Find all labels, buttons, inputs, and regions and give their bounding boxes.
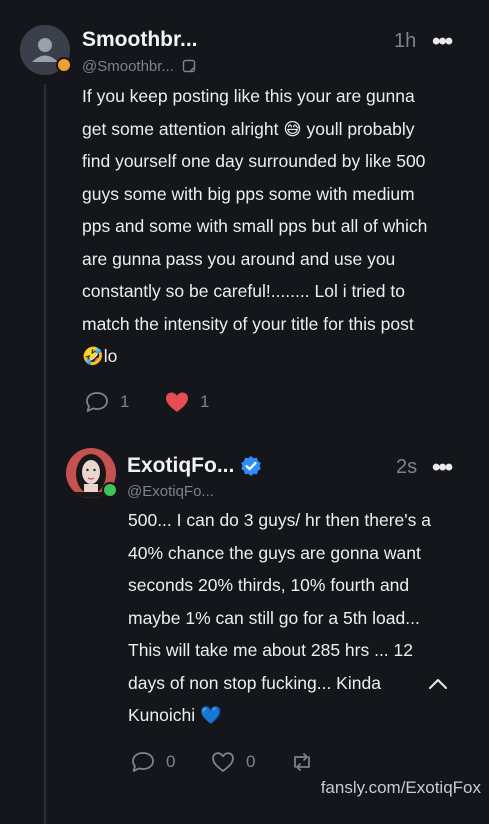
status-dot [56,57,72,73]
text-line: If you keep posting like this your are g… [82,86,415,106]
handle[interactable]: @Smoothbr... [82,58,196,75]
text-line: 40% chance the guys are gonna want [128,542,421,563]
text-line: match the intensity of your title for th… [82,313,414,334]
reply-button[interactable]: 1 [84,390,129,414]
timestamp: 2s [396,456,418,478]
text-line: are gunna pass you around and use you [82,248,396,269]
like-button[interactable]: 0 [210,750,255,774]
status-dot [102,482,118,498]
handle[interactable]: @ExotiqFo... [127,483,214,500]
timestamp: 1h [394,30,417,52]
text-line: constantly so be careful!........ Lol i … [82,281,405,301]
avatar[interactable] [66,448,118,498]
watermark: fansly.com/ExotiqFox [320,778,481,797]
post-body: 500... I can do 3 guys/ hr then there's … [128,504,473,732]
text-line: get some attention alright 😅 youll proba… [82,118,415,139]
display-name[interactable]: ExotiqFo... [127,454,262,478]
note-icon [182,59,196,73]
reply-button[interactable]: 0 [130,750,175,774]
text-line: Kunoichi 💙 [128,705,222,725]
heart-outline-icon [212,752,234,772]
repost-icon [294,753,310,771]
post-smoothbr: Smoothbr... @Smoothbr... 1h ••• If you k… [0,0,489,824]
display-name[interactable]: Smoothbr... [82,28,198,52]
handle-text: @Smoothbr... [82,58,174,75]
display-name-text: ExotiqFo... [127,454,235,477]
post-exotiqfox: ExotiqFo... @ExotiqFo... 2s ••• 500... I… [0,440,489,800]
reply-count: 0 [166,752,176,771]
like-count: 1 [200,392,210,411]
verified-badge-icon [241,456,262,476]
comment-icon [132,752,154,772]
more-options-icon[interactable]: ••• [432,454,453,482]
text-line: guys some with big pps some with medium [82,183,415,204]
scroll-up-button[interactable] [424,672,452,696]
text-line: seconds 20% thirds, 10% fourth and [128,575,410,595]
like-count: 0 [246,752,256,771]
reply-count: 1 [120,392,130,411]
text-line: maybe 1% can still go for a 5th load... [128,607,420,628]
text-line: This will take me about 285 hrs ... 12 [128,640,413,660]
text-line: find yourself one day surrounded by like… [82,151,426,171]
heart-filled-icon [166,392,188,412]
avatar[interactable] [20,25,72,75]
chevron-up-icon [429,679,447,689]
more-options-icon[interactable]: ••• [432,28,453,56]
text-line: pps and some with small pps but all of w… [82,216,428,236]
text-line: 500... I can do 3 guys/ hr then there's … [128,510,431,530]
repost-button[interactable] [288,750,316,774]
post-body: If you keep posting like this your are g… [82,80,482,373]
like-button[interactable]: 1 [164,390,209,414]
comment-icon [86,392,108,412]
text-line: 🤣lo [82,346,118,366]
text-line: days of non stop fucking... Kinda [128,672,381,693]
